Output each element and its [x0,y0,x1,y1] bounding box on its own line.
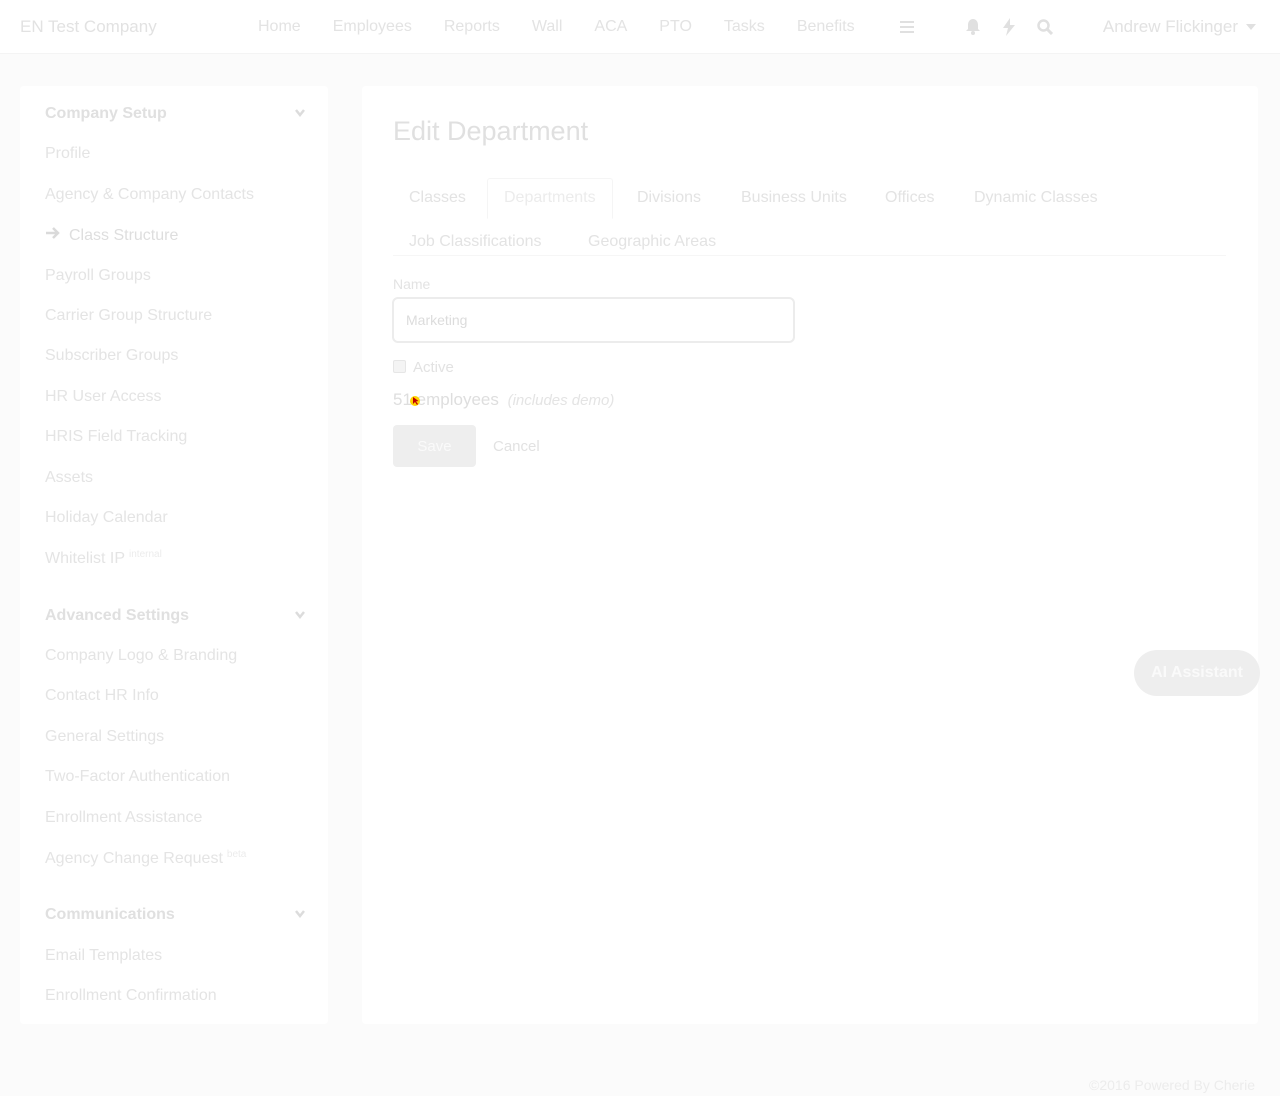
menu-icon[interactable] [895,15,919,39]
sidebar-item-label: General Settings [45,728,165,745]
nav-wall[interactable]: Wall [516,18,579,36]
sidebar-item-label: Email Templates [45,947,163,964]
employee-count: 51 employees (includes demo) [393,390,614,410]
sidebar-item[interactable]: Enrollment Confirmation [45,987,217,1005]
sidebar-section-title[interactable]: Communications [45,906,305,924]
sidebar-item[interactable]: Subscriber Groups [45,347,178,365]
tab-item[interactable]: Departments [487,178,613,219]
tab-item[interactable]: Classes [409,189,466,207]
sidebar-item[interactable]: General Settings [45,728,164,746]
sidebar-section-title[interactable]: Advanced Settings [45,607,305,625]
sidebar-item[interactable]: Company Logo & Branding [45,647,237,665]
sidebar-item[interactable]: Email Templates [45,947,162,965]
tab-item[interactable]: Dynamic Classes [974,189,1098,207]
chevron-down-icon [295,109,305,118]
main-nav: Home Employees Reports Wall ACA PTO Tasks Benef… [242,0,871,54]
nav-tasks[interactable]: Tasks [708,18,781,36]
save-button[interactable]: Save [393,425,476,467]
section-title-text: Advanced Settings [45,607,190,624]
sidebar-item-label: Two-Factor Authentication [45,768,230,785]
sidebar-item-label: Assets [45,469,94,486]
nav-aca[interactable]: ACA [578,18,643,36]
sidebar-section-title[interactable]: Company Setup [45,105,305,123]
caret-down-icon [1246,24,1256,30]
employee-count-note: (includes demo) [507,392,615,409]
search-icon[interactable] [1033,15,1057,39]
settings-sidebar: Company Setup Profile Agency & Company Con… [20,86,328,1024]
ai-assistant-button[interactable]: AI Assistant [1134,650,1260,696]
sidebar-item-label: HR User Access [45,388,162,405]
active-label: Active [413,359,454,376]
nav-pto[interactable]: PTO [643,18,708,36]
sidebar-item-label: Carrier Group Structure [45,307,213,324]
sidebar-item[interactable]: Two-Factor Authentication [45,768,230,786]
sidebar-item-label: Enrollment Assistance [45,809,203,826]
sidebar-item[interactable]: Whitelist IP internal [45,549,162,568]
sidebar-item[interactable]: Contact HR Info [45,687,159,705]
sidebar-item-label: Contact HR Info [45,687,159,704]
sidebar-item-label: Agency Change Request [45,850,223,867]
employee-count-suffix: employees [416,390,499,409]
lightning-icon[interactable] [997,15,1021,39]
sidebar-item-label: Class Structure [69,227,179,244]
section-title-text: Communications [45,906,175,923]
tab-item[interactable]: Business Units [741,189,847,207]
nav-benefits[interactable]: Benefits [781,18,871,36]
sidebar-item[interactable]: Enrollment Assistance [45,809,202,827]
sidebar-item-badge: beta [226,849,247,860]
sidebar-item-label: HRIS Field Tracking [45,428,188,445]
sidebar-item[interactable]: Payroll Groups [45,267,151,285]
arrow-right-icon [46,227,60,239]
company-brand[interactable]: EN Test Company [20,17,157,37]
sidebar-item[interactable]: Profile [45,145,90,163]
cancel-link[interactable]: Cancel [493,438,540,455]
sidebar-item[interactable]: Assets [45,469,93,487]
sidebar-item-label: Whitelist IP [45,550,126,567]
page-title: Edit Department [393,116,589,146]
name-label: Name [393,276,431,292]
sidebar-item[interactable]: Agency Change Request beta [45,849,246,868]
nav-icons [895,0,1069,54]
tab-item[interactable]: Geographic Areas [588,233,716,251]
sidebar-item[interactable]: Agency & Company Contacts [45,186,254,204]
sidebar-item-label: Holiday Calendar [45,509,168,526]
sidebar-item[interactable]: HRIS Field Tracking [45,428,187,446]
sidebar-item-label: Company Logo & Branding [45,647,238,664]
section-title-text: Company Setup [45,105,167,122]
name-input[interactable] [392,297,795,343]
nav-employees[interactable]: Employees [317,18,428,36]
cursor-icon [409,394,421,406]
sidebar-item[interactable]: Holiday Calendar [45,509,168,527]
chevron-down-icon [295,611,305,620]
top-navbar: EN Test Company Home Employees Reports Wall… [0,0,1280,54]
chevron-down-icon [295,910,305,919]
tab-item[interactable]: Offices [885,189,935,207]
bell-icon[interactable] [961,15,985,39]
user-menu[interactable]: Andrew Flickinger [1103,17,1256,37]
tab-item[interactable]: Job Classifications [409,233,542,251]
nav-home[interactable]: Home [242,18,317,36]
active-checkbox[interactable] [393,360,406,373]
sidebar-item[interactable]: Carrier Group Structure [45,307,212,325]
sidebar-item[interactable]: HR User Access [45,388,161,406]
sidebar-item-label: Agency & Company Contacts [45,186,254,203]
tab-item[interactable]: Divisions [637,189,701,207]
sidebar-item-label: Subscriber Groups [45,347,179,364]
sidebar-item-label: Profile [45,145,91,162]
footer-credit: ©2016 Powered By Cherie [1089,1077,1255,1093]
sidebar-item[interactable]: Class Structure [45,226,178,245]
nav-reports[interactable]: Reports [428,18,516,36]
sidebar-item-badge: internal [129,549,162,560]
class-tabs: Classes Departments Divisions Business Unit… [393,168,1226,256]
sidebar-item-label: Enrollment Confirmation [45,987,217,1004]
user-name: Andrew Flickinger [1102,17,1238,36]
main-panel: Edit Department Classes Departments Divisi… [362,86,1258,1024]
sidebar-item-label: Payroll Groups [45,267,151,284]
